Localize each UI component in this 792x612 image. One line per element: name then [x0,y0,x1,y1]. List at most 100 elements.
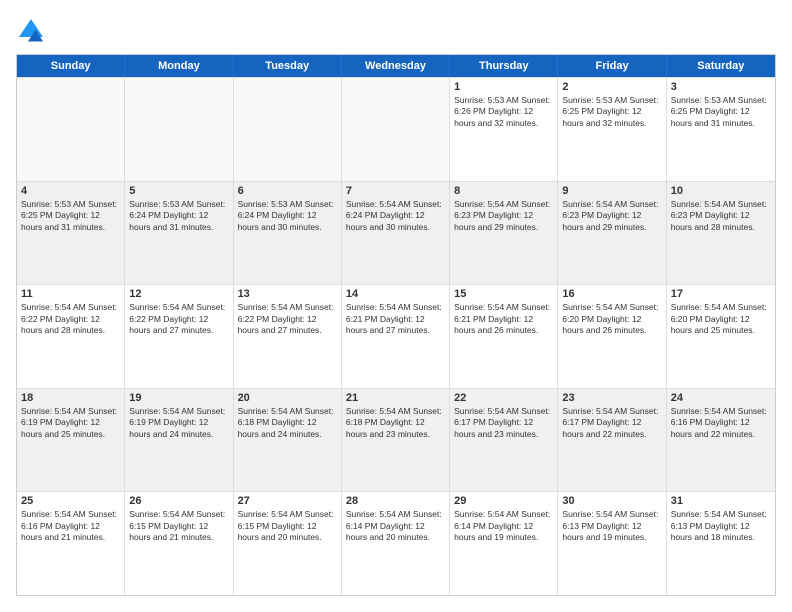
day-info: Sunrise: 5:54 AM Sunset: 6:15 PM Dayligh… [238,509,337,543]
empty-cell-0-2 [234,78,342,181]
day-cell-11: 11 Sunrise: 5:54 AM Sunset: 6:22 PM Dayli… [17,285,125,388]
logo [16,16,50,46]
day-info: Sunrise: 5:54 AM Sunset: 6:21 PM Dayligh… [346,302,445,336]
day-number: 21 [346,392,445,404]
day-number: 25 [21,495,120,507]
empty-cell-0-3 [342,78,450,181]
day-info: Sunrise: 5:54 AM Sunset: 6:22 PM Dayligh… [238,302,337,336]
day-cell-1: 1 Sunrise: 5:53 AM Sunset: 6:26 PM Daylig… [450,78,558,181]
day-cell-26: 26 Sunrise: 5:54 AM Sunset: 6:15 PM Dayli… [125,492,233,595]
header-day-sunday: Sunday [17,55,125,77]
day-cell-2: 2 Sunrise: 5:53 AM Sunset: 6:25 PM Daylig… [558,78,666,181]
day-cell-5: 5 Sunrise: 5:53 AM Sunset: 6:24 PM Daylig… [125,182,233,285]
day-info: Sunrise: 5:54 AM Sunset: 6:21 PM Dayligh… [454,302,553,336]
day-info: Sunrise: 5:54 AM Sunset: 6:24 PM Dayligh… [346,199,445,233]
page: SundayMondayTuesdayWednesdayThursdayFrid… [0,0,792,612]
week-row-3: 18 Sunrise: 5:54 AM Sunset: 6:19 PM Dayli… [17,388,775,492]
calendar-body: 1 Sunrise: 5:53 AM Sunset: 6:26 PM Daylig… [17,77,775,595]
empty-cell-0-0 [17,78,125,181]
day-number: 8 [454,185,553,197]
day-number: 19 [129,392,228,404]
day-number: 3 [671,81,771,93]
day-info: Sunrise: 5:54 AM Sunset: 6:16 PM Dayligh… [671,406,771,440]
day-number: 13 [238,288,337,300]
day-info: Sunrise: 5:53 AM Sunset: 6:24 PM Dayligh… [238,199,337,233]
day-cell-28: 28Sunrise: 5:54 AM Sunset: 6:14 PM Dayli… [342,492,450,595]
day-number: 22 [454,392,553,404]
day-cell-19: 19 Sunrise: 5:54 AM Sunset: 6:19 PM Dayli… [125,389,233,492]
calendar-header: SundayMondayTuesdayWednesdayThursdayFrid… [17,55,775,77]
day-cell-23: 23Sunrise: 5:54 AM Sunset: 6:17 PM Dayli… [558,389,666,492]
day-info: Sunrise: 5:53 AM Sunset: 6:26 PM Dayligh… [454,95,553,129]
day-cell-13: 13 Sunrise: 5:54 AM Sunset: 6:22 PM Dayli… [234,285,342,388]
day-number: 18 [21,392,120,404]
day-cell-4: 4 Sunrise: 5:53 AM Sunset: 6:25 PM Daylig… [17,182,125,285]
day-cell-8: 8 Sunrise: 5:54 AM Sunset: 6:23 PM Daylig… [450,182,558,285]
day-info: Sunrise: 5:53 AM Sunset: 6:25 PM Dayligh… [671,95,771,129]
day-number: 4 [21,185,120,197]
day-number: 28 [346,495,445,507]
day-cell-12: 12 Sunrise: 5:54 AM Sunset: 6:22 PM Dayli… [125,285,233,388]
day-number: 30 [562,495,661,507]
empty-cell-0-1 [125,78,233,181]
day-info: Sunrise: 5:54 AM Sunset: 6:19 PM Dayligh… [21,406,120,440]
day-cell-17: 17 Sunrise: 5:54 AM Sunset: 6:20 PM Dayli… [667,285,775,388]
day-info: Sunrise: 5:54 AM Sunset: 6:13 PM Dayligh… [671,509,771,543]
week-row-0: 1 Sunrise: 5:53 AM Sunset: 6:26 PM Daylig… [17,77,775,181]
day-cell-10: 10Sunrise: 5:54 AM Sunset: 6:23 PM Dayli… [667,182,775,285]
day-info: Sunrise: 5:54 AM Sunset: 6:16 PM Dayligh… [21,509,120,543]
day-cell-31: 31 Sunrise: 5:54 AM Sunset: 6:13 PM Dayli… [667,492,775,595]
header-day-saturday: Saturday [667,55,775,77]
day-info: Sunrise: 5:54 AM Sunset: 6:17 PM Dayligh… [454,406,553,440]
day-info: Sunrise: 5:54 AM Sunset: 6:22 PM Dayligh… [129,302,228,336]
day-cell-25: 25 Sunrise: 5:54 AM Sunset: 6:16 PM Dayli… [17,492,125,595]
day-cell-16: 16Sunrise: 5:54 AM Sunset: 6:20 PM Dayli… [558,285,666,388]
day-number: 17 [671,288,771,300]
day-info: Sunrise: 5:54 AM Sunset: 6:15 PM Dayligh… [129,509,228,543]
day-number: 27 [238,495,337,507]
day-info: Sunrise: 5:54 AM Sunset: 6:23 PM Dayligh… [454,199,553,233]
header [16,16,776,46]
day-info: Sunrise: 5:54 AM Sunset: 6:17 PM Dayligh… [562,406,661,440]
day-cell-20: 20Sunrise: 5:54 AM Sunset: 6:18 PM Dayli… [234,389,342,492]
week-row-4: 25 Sunrise: 5:54 AM Sunset: 6:16 PM Dayli… [17,491,775,595]
header-day-monday: Monday [125,55,233,77]
header-day-friday: Friday [558,55,666,77]
day-cell-22: 22 Sunrise: 5:54 AM Sunset: 6:17 PM Dayli… [450,389,558,492]
day-cell-18: 18 Sunrise: 5:54 AM Sunset: 6:19 PM Dayli… [17,389,125,492]
day-cell-7: 7 Sunrise: 5:54 AM Sunset: 6:24 PM Daylig… [342,182,450,285]
day-cell-9: 9Sunrise: 5:54 AM Sunset: 6:23 PM Daylig… [558,182,666,285]
day-info: Sunrise: 5:54 AM Sunset: 6:18 PM Dayligh… [238,406,337,440]
day-number: 16 [562,288,661,300]
day-number: 26 [129,495,228,507]
day-number: 15 [454,288,553,300]
day-info: Sunrise: 5:54 AM Sunset: 6:23 PM Dayligh… [562,199,661,233]
day-info: Sunrise: 5:54 AM Sunset: 6:23 PM Dayligh… [671,199,771,233]
day-info: Sunrise: 5:53 AM Sunset: 6:24 PM Dayligh… [129,199,228,233]
day-number: 31 [671,495,771,507]
day-cell-15: 15 Sunrise: 5:54 AM Sunset: 6:21 PM Dayli… [450,285,558,388]
day-number: 11 [21,288,120,300]
header-day-tuesday: Tuesday [234,55,342,77]
day-number: 7 [346,185,445,197]
day-number: 1 [454,81,553,93]
day-info: Sunrise: 5:54 AM Sunset: 6:13 PM Dayligh… [562,509,661,543]
week-row-2: 11 Sunrise: 5:54 AM Sunset: 6:22 PM Dayli… [17,284,775,388]
day-cell-27: 27 Sunrise: 5:54 AM Sunset: 6:15 PM Dayli… [234,492,342,595]
day-number: 5 [129,185,228,197]
day-info: Sunrise: 5:53 AM Sunset: 6:25 PM Dayligh… [21,199,120,233]
day-number: 2 [562,81,661,93]
week-row-1: 4 Sunrise: 5:53 AM Sunset: 6:25 PM Daylig… [17,181,775,285]
day-cell-6: 6Sunrise: 5:53 AM Sunset: 6:24 PM Daylig… [234,182,342,285]
day-info: Sunrise: 5:54 AM Sunset: 6:22 PM Dayligh… [21,302,120,336]
day-number: 29 [454,495,553,507]
day-cell-24: 24Sunrise: 5:54 AM Sunset: 6:16 PM Dayli… [667,389,775,492]
day-info: Sunrise: 5:54 AM Sunset: 6:20 PM Dayligh… [671,302,771,336]
header-day-thursday: Thursday [450,55,558,77]
day-number: 12 [129,288,228,300]
day-cell-14: 14 Sunrise: 5:54 AM Sunset: 6:21 PM Dayli… [342,285,450,388]
day-cell-29: 29Sunrise: 5:54 AM Sunset: 6:14 PM Dayli… [450,492,558,595]
day-info: Sunrise: 5:53 AM Sunset: 6:25 PM Dayligh… [562,95,661,129]
day-info: Sunrise: 5:54 AM Sunset: 6:19 PM Dayligh… [129,406,228,440]
day-number: 14 [346,288,445,300]
